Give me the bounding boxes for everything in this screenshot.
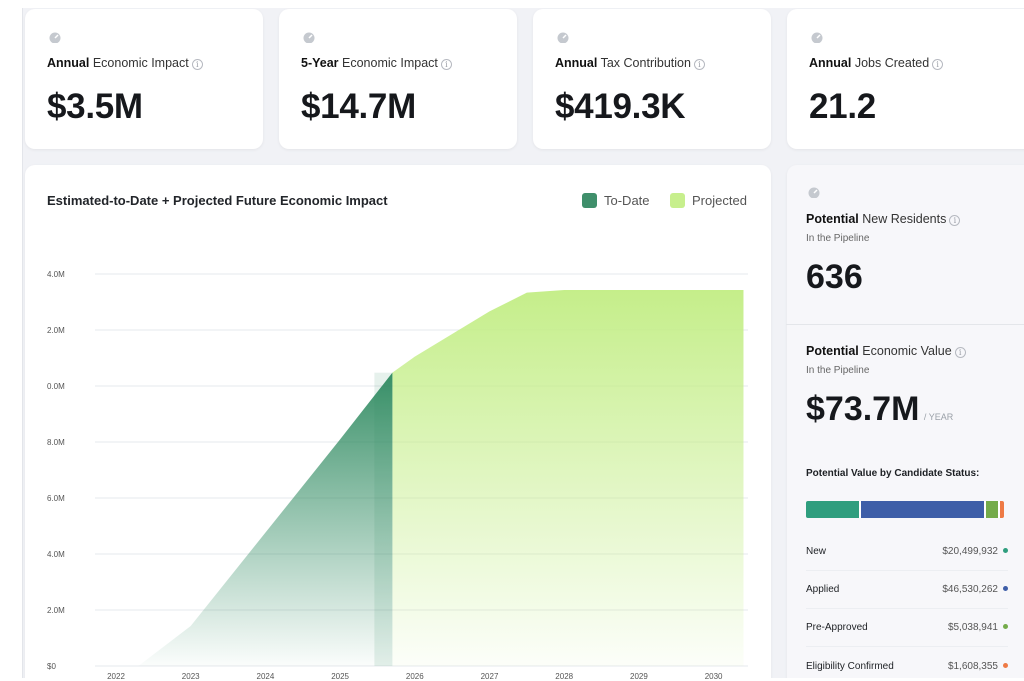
status-title: Potential Value by Candidate Status: (806, 468, 980, 479)
x-tick-label: 2023 (182, 672, 200, 681)
y-tick-label: $0 (47, 662, 56, 671)
status-bar-segment[interactable] (999, 501, 1004, 518)
gauge-icon (49, 32, 61, 43)
y-tick-label: 2.0M (47, 606, 65, 615)
x-tick-label: 2027 (481, 672, 499, 681)
series-area-projected[interactable] (392, 290, 744, 666)
kpi-label: Annual Tax Contribution i (555, 56, 705, 70)
status-row-eligibility-confirmed[interactable]: Eligibility Confirmed $1,608,355 (806, 647, 1008, 681)
econ-value: $73.7M (806, 390, 920, 428)
side-divider (786, 324, 1024, 325)
gauge-icon (808, 187, 820, 198)
kpi-label: Annual Jobs Created i (809, 56, 944, 70)
residents-value: 636 (806, 258, 863, 296)
info-icon[interactable]: i (191, 59, 203, 70)
x-tick-label: 2025 (331, 672, 349, 681)
series-area-to-date[interactable] (138, 372, 393, 666)
kpi-label: 5-Year Economic Impact i (301, 56, 452, 70)
status-name: Pre-Approved (806, 622, 868, 633)
kpi-value: $3.5M (47, 87, 143, 126)
kpi-card-annual-jobs-created: Annual Jobs Created i 21.2 (787, 9, 1024, 149)
status-value: $1,608,355 (947, 660, 998, 672)
x-tick-label: 2028 (555, 672, 573, 681)
status-bar-segment[interactable] (806, 501, 862, 518)
status-dot (1003, 586, 1008, 591)
gauge-icon (557, 32, 569, 43)
status-name: Eligibility Confirmed (806, 660, 894, 672)
legend-label: To-Date (604, 193, 650, 208)
gauge-icon (811, 32, 823, 43)
y-tick-label: 2.0M (47, 326, 65, 335)
y-tick-label: 8.0M (47, 438, 65, 447)
status-name: New (806, 546, 827, 557)
kpi-value: $14.7M (301, 87, 416, 126)
y-tick-label: 4.0M (47, 270, 65, 279)
economic-impact-area-chart: $0 2.0M 4.0M 6.0M 8.0M 0.0M 2.0M 4.0M 2022 2023 2… (47, 270, 748, 681)
status-value: $46,530,262 (942, 584, 998, 595)
status-row-pre-approved[interactable]: Pre-Approved $5,038,941 (806, 609, 1008, 647)
kpi-card-5-year-economic-impact: 5-Year Economic Impact i $14.7M (279, 9, 517, 149)
econ-unit: / YEAR (923, 412, 954, 422)
status-row-new[interactable]: New $20,499,932 (806, 533, 1008, 571)
x-tick-label: 2024 (257, 672, 275, 681)
info-icon[interactable]: i (949, 215, 961, 226)
status-stacked-bar (806, 501, 1004, 518)
y-tick-label: 4.0M (47, 550, 65, 559)
residents-label: Potential New Residents i (806, 212, 961, 226)
x-tick-label: 2030 (705, 672, 723, 681)
info-icon[interactable]: i (954, 347, 966, 358)
status-value: $20,499,932 (942, 546, 998, 557)
info-icon[interactable]: i (693, 59, 705, 70)
status-bar-segment[interactable] (861, 501, 987, 518)
x-tick-label: 2029 (630, 672, 648, 681)
kpi-label: Annual Economic Impact i (47, 56, 203, 70)
status-name: Applied (806, 584, 840, 595)
kpi-value: $419.3K (555, 87, 686, 126)
legend-projected[interactable]: Projected (670, 193, 747, 208)
econ-sub: In the Pipeline (806, 365, 870, 376)
econ-value-block: Potential Economic Value i In the Pipelin… (806, 344, 966, 429)
status-dot (1003, 548, 1008, 553)
x-tick-label: 2022 (107, 672, 125, 681)
legend-todate[interactable]: To-Date (582, 193, 650, 208)
info-icon[interactable]: i (932, 59, 944, 70)
kpi-value: 21.2 (809, 87, 876, 126)
legend-swatch-todate (582, 193, 597, 208)
econ-label: Potential Economic Value i (806, 344, 966, 358)
y-tick-label: 0.0M (47, 382, 65, 391)
kpi-card-annual-economic-impact: Annual Economic Impact i $3.5M (25, 9, 263, 149)
econ-value-row: $73.7M / YEAR (806, 390, 966, 429)
legend-swatch-projected (670, 193, 685, 208)
status-dot (1003, 624, 1008, 629)
status-row-applied[interactable]: Applied $46,530,262 (806, 571, 1008, 609)
info-icon[interactable]: i (440, 59, 452, 70)
legend-label: Projected (692, 193, 747, 208)
status-bar-segment[interactable] (986, 501, 1000, 518)
residents-block: Potential New Residents i In the Pipeline… (806, 212, 961, 297)
today-marker-band (374, 372, 393, 666)
kpi-card-annual-tax-contribution: Annual Tax Contribution i $419.3K (533, 9, 771, 149)
status-value: $5,038,941 (947, 622, 998, 633)
gauge-icon (303, 32, 315, 43)
x-tick-label: 2026 (406, 672, 424, 681)
y-tick-label: 6.0M (47, 494, 65, 503)
status-dot (1003, 662, 1008, 668)
residents-sub: In the Pipeline (806, 233, 870, 244)
chart-title: Estimated-to-Date + Projected Future Eco… (47, 193, 388, 208)
